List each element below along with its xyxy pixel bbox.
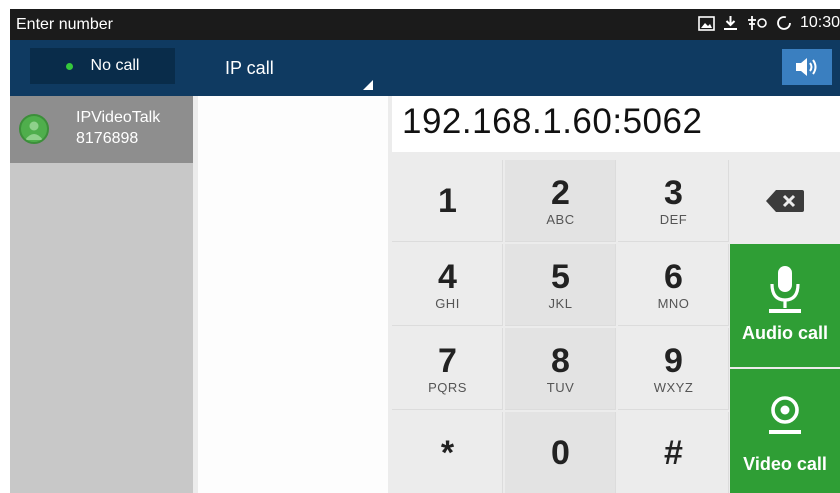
usb-debug-icon [746, 15, 768, 31]
key-digit: 2 [551, 173, 570, 212]
dial-pad: 1 2 ABC 3 DEF 4 GHI 5 JKL 6 MNO 7 PQRS 8 TUV 9W… [392, 160, 729, 493]
speaker-button[interactable] [782, 49, 832, 85]
contact-detail-panel [198, 96, 388, 493]
key-letters: TUV [546, 379, 575, 395]
status-bar-title: Enter number [16, 16, 113, 33]
microphone-icon [730, 264, 840, 316]
key-4[interactable]: 4 GHI [392, 244, 503, 326]
key-letters: GHI [435, 295, 460, 311]
key-digit: 6 [664, 257, 683, 296]
webcam-icon [730, 394, 840, 438]
contact-item[interactable]: IPVideoTalk 8176898 [10, 96, 193, 163]
key-letters: DEF [659, 211, 688, 227]
key-7[interactable]: 7 PQRS [392, 328, 503, 410]
status-bar: Enter number 10:30 [10, 9, 840, 40]
key-digit: 9 [664, 341, 683, 380]
key-8[interactable]: 8 TUV [505, 328, 616, 410]
video-call-label: Video call [743, 454, 827, 474]
clock: 10:30 [799, 14, 840, 31]
download-icon [723, 15, 738, 31]
screen: Enter number 10:30 No call IP call IPVid… [10, 9, 840, 493]
call-type-dropdown[interactable]: IP call [195, 40, 373, 92]
key-letters: PQRS [428, 379, 467, 395]
key-hash[interactable]: # [618, 412, 729, 493]
key-digit: 0 [551, 434, 570, 472]
backspace-icon [766, 190, 804, 212]
key-0[interactable]: 0 [505, 412, 616, 493]
contact-number: 8176898 [76, 130, 139, 147]
key-9[interactable]: 9 WXYZ [618, 328, 729, 410]
key-digit: # [664, 434, 683, 472]
key-digit: 7 [438, 341, 457, 380]
key-5[interactable]: 5 JKL [505, 244, 616, 326]
number-display[interactable]: 192.168.1.60:5062 [392, 96, 840, 152]
key-1[interactable]: 1 [392, 160, 503, 242]
key-3[interactable]: 3 DEF [618, 160, 729, 242]
key-digit: 4 [438, 257, 457, 296]
entered-number: 192.168.1.60:5062 [402, 102, 703, 141]
status-icons: 10:30 [698, 14, 840, 32]
contact-avatar-icon [19, 114, 49, 144]
key-letters: JKL [548, 295, 573, 311]
speaker-icon [796, 58, 817, 76]
contact-name: IPVideoTalk [76, 109, 161, 126]
audio-call-label: Audio call [741, 323, 828, 343]
key-letters: WXYZ [653, 379, 694, 395]
gallery-icon [698, 15, 715, 31]
backspace-button[interactable] [730, 160, 840, 242]
key-digit: 1 [438, 182, 457, 220]
call-type-label: IP call [225, 58, 274, 78]
key-2[interactable]: 2 ABC [505, 160, 616, 242]
key-digit: 8 [551, 341, 570, 380]
call-status-button[interactable]: No call [30, 48, 175, 84]
key-6[interactable]: 6 MNO [618, 244, 729, 326]
status-dot-icon [65, 62, 73, 70]
sync-icon [776, 15, 792, 31]
key-letters: ABC [546, 211, 575, 227]
key-digit: 5 [551, 257, 570, 296]
video-call-button[interactable]: Video call [730, 369, 840, 493]
call-status-label: No call [90, 57, 140, 74]
key-star[interactable]: * [392, 412, 503, 493]
key-digit: * [440, 434, 455, 472]
key-digit: 3 [664, 173, 683, 212]
dropdown-corner-icon [363, 80, 373, 90]
key-letters: MNO [657, 295, 690, 311]
action-bar: No call IP call [10, 40, 840, 96]
audio-call-button[interactable]: Audio call [730, 244, 840, 367]
contact-list: IPVideoTalk 8176898 [10, 96, 193, 493]
